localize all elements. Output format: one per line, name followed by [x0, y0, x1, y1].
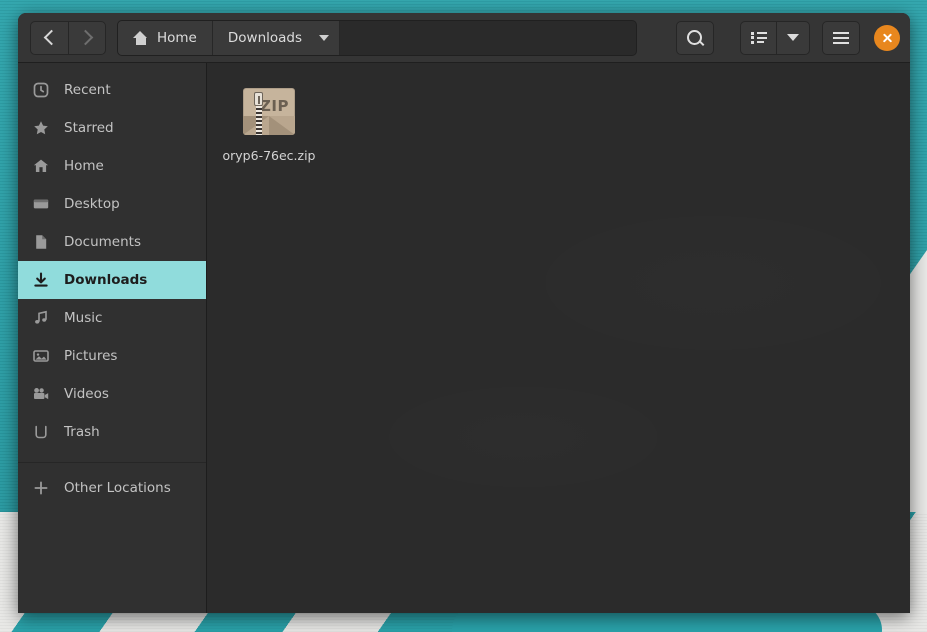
breadcrumb-label-home: Home — [157, 30, 197, 46]
close-button[interactable] — [874, 25, 900, 51]
sidebar-item-music[interactable]: Music — [18, 299, 206, 337]
breadcrumb-item-downloads[interactable]: Downloads — [213, 21, 340, 55]
clock-icon — [32, 81, 50, 99]
chevron-down-icon — [319, 35, 329, 41]
sidebar: Recent Starred — [18, 63, 207, 613]
list-view-icon — [751, 32, 767, 44]
zip-archive-icon: ZIP — [241, 83, 297, 139]
sidebar-item-desktop[interactable]: Desktop — [18, 185, 206, 223]
sidebar-item-home[interactable]: Home — [18, 147, 206, 185]
search-button[interactable] — [676, 21, 714, 55]
sidebar-item-starred[interactable]: Starred — [18, 109, 206, 147]
sidebar-item-label: Downloads — [64, 272, 147, 288]
sidebar-item-label: Other Locations — [64, 480, 171, 496]
search-icon — [687, 30, 703, 46]
sidebar-item-label: Starred — [64, 120, 114, 136]
close-icon — [882, 32, 893, 43]
zip-icon-label: ZIP — [260, 97, 289, 115]
sidebar-item-label: Videos — [64, 386, 109, 402]
list-view-button[interactable] — [740, 21, 776, 55]
file-grid: ZIP oryp6-76ec.zip — [207, 63, 910, 183]
sidebar-item-label: Home — [64, 158, 104, 174]
hamburger-menu-icon — [833, 32, 849, 44]
chevron-left-icon — [44, 30, 60, 46]
trash-icon — [32, 423, 50, 441]
chevron-right-icon — [77, 30, 93, 46]
pathbar-empty-area[interactable] — [340, 21, 636, 55]
main-menu-button[interactable] — [822, 21, 860, 55]
breadcrumb-item-home[interactable]: Home — [118, 21, 213, 55]
sidebar-item-label: Recent — [64, 82, 111, 98]
star-icon — [32, 119, 50, 137]
sidebar-item-label: Desktop — [64, 196, 120, 212]
back-button[interactable] — [30, 21, 68, 55]
breadcrumb-label-downloads: Downloads — [228, 30, 302, 46]
view-options-dropdown-button[interactable] — [776, 21, 810, 55]
plus-icon — [32, 479, 50, 497]
file-list-view[interactable]: ZIP oryp6-76ec.zip — [207, 63, 910, 613]
file-item-zip[interactable]: ZIP oryp6-76ec.zip — [217, 77, 321, 169]
sidebar-item-label: Music — [64, 310, 102, 326]
file-manager-window: Home Downloads — [18, 13, 910, 613]
desktop-icon — [32, 195, 50, 213]
sidebar-item-trash[interactable]: Trash — [18, 413, 206, 451]
picture-icon — [32, 347, 50, 365]
navigation-button-group — [30, 21, 106, 55]
video-camera-icon — [32, 385, 50, 403]
sidebar-item-downloads[interactable]: Downloads — [18, 261, 206, 299]
breadcrumb: Home Downloads — [117, 20, 637, 56]
home-icon — [133, 31, 148, 45]
sidebar-item-label: Pictures — [64, 348, 117, 364]
download-icon — [32, 271, 50, 289]
file-name-label: oryp6-76ec.zip — [223, 148, 316, 163]
document-icon — [32, 233, 50, 251]
music-note-icon — [32, 309, 50, 327]
sidebar-item-other-locations[interactable]: Other Locations — [18, 469, 206, 507]
sidebar-item-recent[interactable]: Recent — [18, 71, 206, 109]
sidebar-item-pictures[interactable]: Pictures — [18, 337, 206, 375]
sidebar-item-label: Trash — [64, 424, 100, 440]
window-body: Recent Starred — [18, 63, 910, 613]
sidebar-item-documents[interactable]: Documents — [18, 223, 206, 261]
view-mode-button-group — [740, 21, 810, 55]
home-icon — [32, 157, 50, 175]
sidebar-item-label: Documents — [64, 234, 141, 250]
header-bar: Home Downloads — [18, 13, 910, 63]
chevron-down-icon — [787, 34, 799, 41]
sidebar-divider — [18, 462, 206, 463]
sidebar-item-videos[interactable]: Videos — [18, 375, 206, 413]
desktop-background: Home Downloads — [0, 0, 927, 632]
forward-button[interactable] — [68, 21, 106, 55]
